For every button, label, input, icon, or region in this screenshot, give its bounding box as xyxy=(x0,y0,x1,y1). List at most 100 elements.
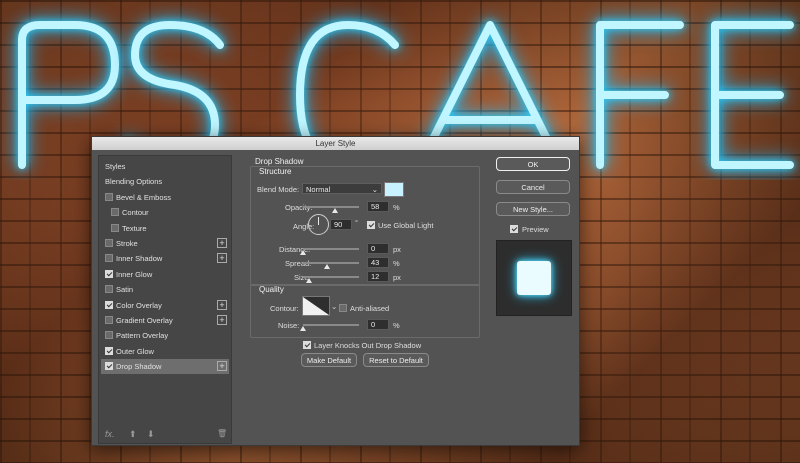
style-item-label: Contour xyxy=(122,208,149,218)
add-style-icon[interactable]: + xyxy=(217,238,227,248)
style-checkbox[interactable] xyxy=(105,316,113,324)
add-style-icon[interactable]: + xyxy=(217,299,227,310)
make-default-button[interactable]: Make Default xyxy=(301,353,357,367)
style-checkbox[interactable] xyxy=(105,362,113,371)
distance-slider[interactable] xyxy=(303,248,359,250)
blend-mode-label: Blend Mode: xyxy=(257,185,300,194)
move-up-icon[interactable]: ⬆ xyxy=(129,429,137,440)
style-item-outer-glow[interactable]: Outer Glow xyxy=(101,344,229,359)
chevron-down-icon[interactable]: ⌄ xyxy=(331,302,337,311)
style-checkbox[interactable] xyxy=(105,239,113,247)
style-checkbox[interactable] xyxy=(111,223,119,232)
style-item-label: Blending Options xyxy=(105,177,163,187)
layer-knocks-out-checkbox[interactable] xyxy=(303,341,311,349)
style-item-pattern-overlay[interactable]: Pattern Overlay xyxy=(101,328,229,343)
use-global-light-checkbox[interactable] xyxy=(367,221,375,229)
fx-icon[interactable]: fx. xyxy=(105,429,115,439)
opacity-slider[interactable] xyxy=(303,206,359,208)
preview-checkbox[interactable] xyxy=(510,225,518,233)
style-item-contour[interactable]: Contour xyxy=(101,205,229,220)
cancel-button[interactable]: Cancel xyxy=(496,180,570,194)
trash-icon[interactable]: 🗑 xyxy=(217,429,227,438)
style-item-label: Color Overlay xyxy=(116,300,162,310)
style-item-label: Satin xyxy=(116,285,134,295)
ok-button[interactable]: OK xyxy=(496,157,570,171)
style-checkbox[interactable] xyxy=(111,208,119,217)
style-checkbox[interactable] xyxy=(105,285,113,294)
quality-group: Quality Contour: ⌄ Anti-aliased Noise: 0… xyxy=(250,284,480,338)
dialog-title: Layer Style xyxy=(92,137,579,150)
use-global-light-label: Use Global Light xyxy=(378,221,434,230)
size-slider-thumb[interactable] xyxy=(306,278,312,283)
noise-label: Noise: xyxy=(278,321,300,330)
style-item-gradient-overlay[interactable]: Gradient Overlay + xyxy=(101,313,229,328)
add-style-icon[interactable]: + xyxy=(217,361,227,372)
distance-input[interactable]: 0 xyxy=(367,243,389,254)
chevron-down-icon: ⌄ xyxy=(371,185,378,194)
add-style-icon[interactable]: + xyxy=(217,315,227,325)
angle-input[interactable]: 90 xyxy=(330,219,352,230)
styles-list-panel: fx. ⬆ ⬇ 🗑 Styles Blending Options Bevel & … xyxy=(98,155,232,444)
blend-mode-value: Normal xyxy=(306,185,331,194)
structure-title: Structure xyxy=(259,167,292,176)
new-style-button[interactable]: New Style... xyxy=(496,202,570,216)
style-item-inner-shadow[interactable]: Inner Shadow + xyxy=(101,251,229,266)
layer-style-dialog: Layer Style fx. ⬆ ⬇ 🗑 Styles Blending Opt… xyxy=(91,136,580,446)
noise-slider[interactable] xyxy=(303,324,359,326)
style-item-label: Drop Shadow xyxy=(116,362,162,372)
noise-unit: % xyxy=(393,321,400,330)
style-item-label: Texture xyxy=(122,223,147,233)
noise-input[interactable]: 0 xyxy=(367,319,389,330)
style-item-inner-glow[interactable]: Inner Glow xyxy=(101,267,229,282)
style-checkbox[interactable] xyxy=(105,346,113,355)
spread-unit: % xyxy=(393,259,400,268)
drop-shadow-title: Drop Shadow xyxy=(255,157,304,166)
opacity-input[interactable]: 58 xyxy=(367,201,389,212)
style-item-drop-shadow[interactable]: Drop Shadow + xyxy=(101,359,229,375)
style-checkbox[interactable] xyxy=(105,300,113,309)
style-item-label: Outer Glow xyxy=(116,346,154,356)
contour-preview[interactable] xyxy=(302,296,330,316)
style-checkbox[interactable] xyxy=(105,269,113,278)
style-preview xyxy=(496,240,572,316)
opacity-slider-thumb[interactable] xyxy=(332,208,339,213)
style-item-bevel-emboss[interactable]: Bevel & Emboss xyxy=(101,190,229,205)
style-item-label: Inner Shadow xyxy=(116,254,163,264)
size-input[interactable]: 12 xyxy=(367,271,389,282)
style-item-satin[interactable]: Satin xyxy=(101,282,229,297)
style-item-stroke[interactable]: Stroke + xyxy=(101,236,229,251)
style-checkbox[interactable] xyxy=(105,192,113,201)
spread-input[interactable]: 43 xyxy=(367,257,389,268)
contour-label: Contour: xyxy=(270,304,299,313)
style-item-label: Gradient Overlay xyxy=(116,316,173,325)
style-item-label: Inner Glow xyxy=(116,269,153,279)
preview-swatch xyxy=(517,261,551,295)
anti-aliased-label: Anti-aliased xyxy=(350,304,390,313)
anti-aliased-checkbox[interactable] xyxy=(339,304,347,312)
style-item-color-overlay[interactable]: Color Overlay + xyxy=(101,298,229,313)
distance-slider-thumb[interactable] xyxy=(300,250,306,255)
style-item-label: Pattern Overlay xyxy=(116,331,169,341)
blend-mode-select[interactable]: Normal ⌄ xyxy=(302,183,382,194)
angle-unit: ° xyxy=(355,218,358,227)
size-unit: px xyxy=(393,273,401,282)
style-item-blending-options[interactable]: Blending Options xyxy=(101,174,229,189)
distance-unit: px xyxy=(393,245,401,254)
angle-dial[interactable] xyxy=(308,214,329,235)
quality-title: Quality xyxy=(259,285,284,294)
preview-label: Preview xyxy=(522,225,549,234)
add-style-icon[interactable]: + xyxy=(217,253,227,264)
reset-to-default-button[interactable]: Reset to Default xyxy=(363,353,429,367)
spread-slider[interactable] xyxy=(303,262,359,264)
style-item-label: Bevel & Emboss xyxy=(116,192,172,202)
spread-slider-thumb[interactable] xyxy=(324,264,330,269)
style-item-texture[interactable]: Texture xyxy=(101,221,229,236)
move-down-icon[interactable]: ⬇ xyxy=(147,429,155,440)
style-item-styles[interactable]: Styles xyxy=(101,159,229,174)
noise-slider-thumb[interactable] xyxy=(300,326,306,331)
style-checkbox[interactable] xyxy=(105,254,113,263)
layer-knocks-out-label: Layer Knocks Out Drop Shadow xyxy=(314,341,422,350)
opacity-unit: % xyxy=(393,203,400,212)
style-checkbox[interactable] xyxy=(105,331,113,340)
shadow-color-swatch[interactable] xyxy=(384,182,404,197)
